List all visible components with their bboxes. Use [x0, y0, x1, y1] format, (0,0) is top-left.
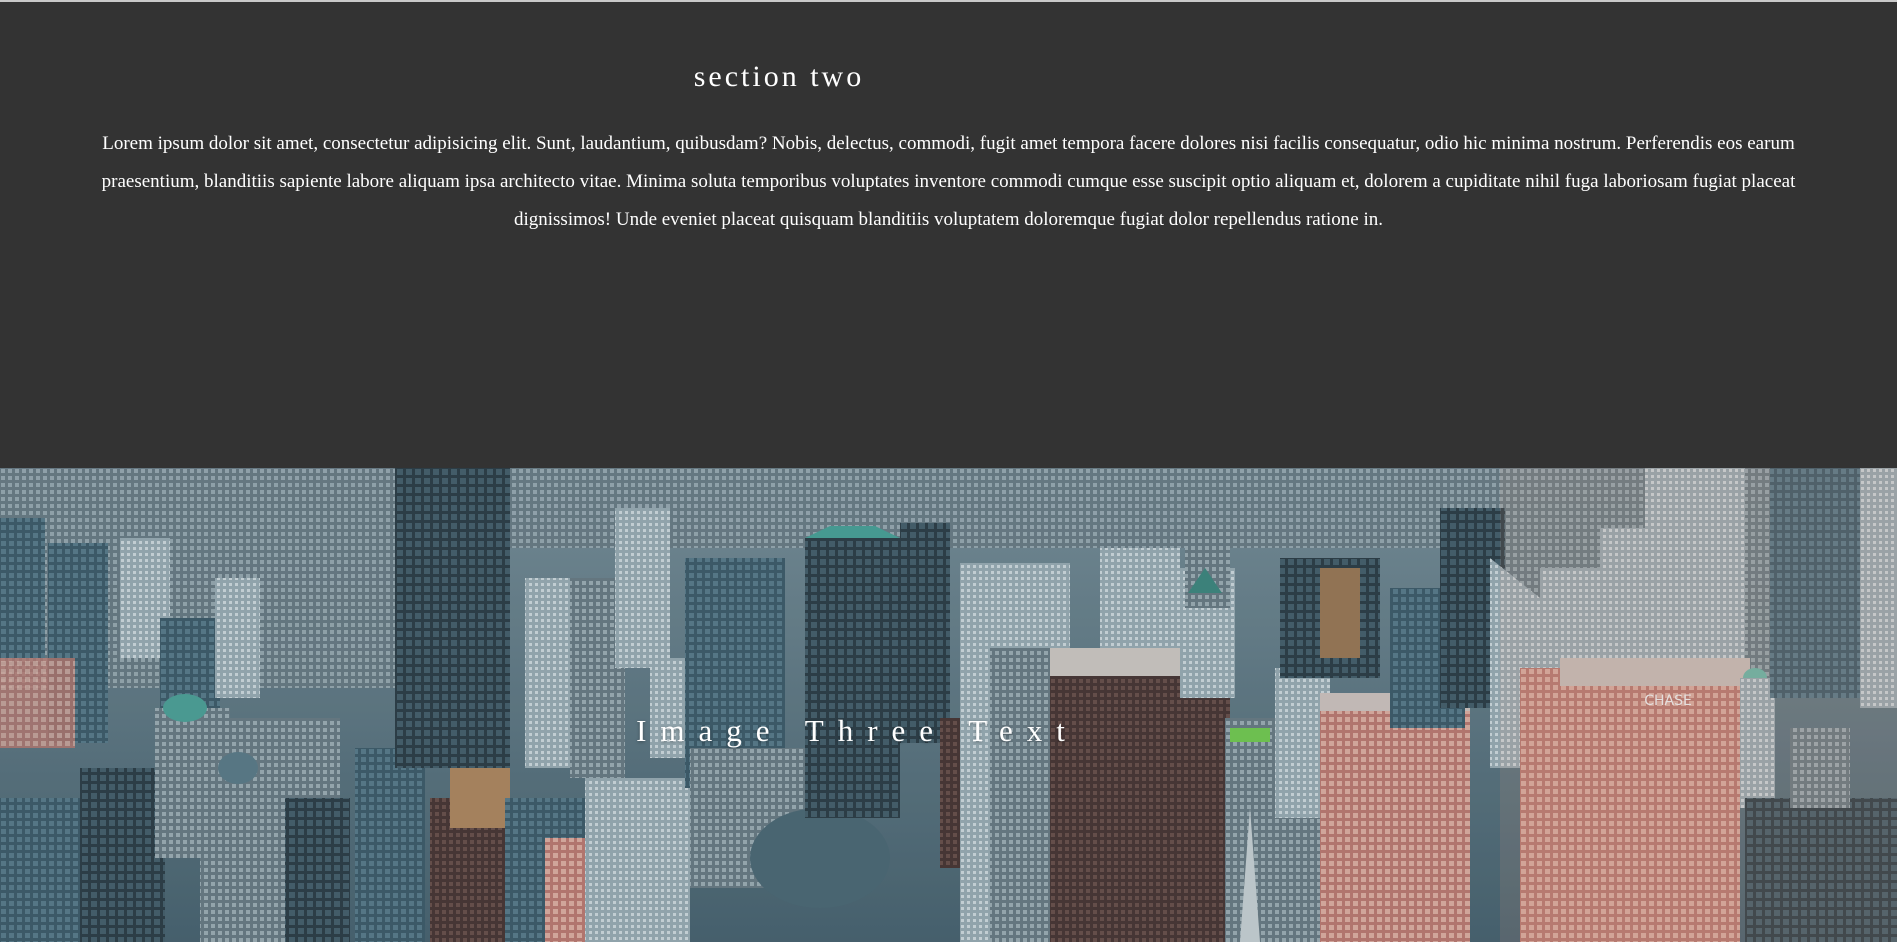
section-title: section two: [693, 60, 865, 93]
image-three-caption: Image Three Text: [636, 713, 1079, 748]
section-two: section two Lorem ipsum dolor sit amet, …: [0, 0, 1897, 468]
city-skyline-image-section: CHASE Image Three Text: [0, 468, 1897, 942]
section-body-text: Lorem ipsum dolor sit amet, consectetur …: [101, 133, 1796, 230]
page: section two Lorem ipsum dolor sit amet, …: [0, 0, 1897, 942]
city-skyline-image: CHASE: [0, 468, 1897, 942]
